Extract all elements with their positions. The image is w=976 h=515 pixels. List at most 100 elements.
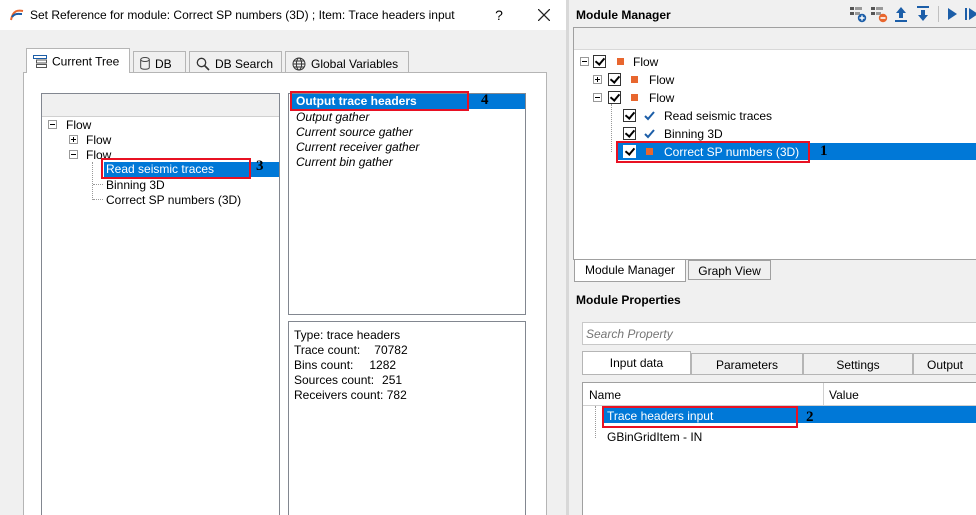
tree-item-binning-3d[interactable]: Binning 3D xyxy=(106,178,165,192)
tree-connector xyxy=(93,199,103,201)
info-value: 70782 xyxy=(374,343,408,357)
remove-module-button[interactable] xyxy=(870,5,888,23)
status-check-icon xyxy=(644,111,655,121)
tree-connector xyxy=(595,406,597,438)
tab-module-manager[interactable]: Module Manager xyxy=(574,260,686,282)
tree-connector xyxy=(93,184,103,186)
info-row-receivers-count: Receivers count: 782 xyxy=(294,388,408,403)
run-to-end-button[interactable] xyxy=(963,5,976,23)
property-grid[interactable]: Name Value xyxy=(582,382,976,515)
collapse-icon[interactable] xyxy=(593,93,602,102)
flow-icon xyxy=(631,94,638,101)
tab-graph-view[interactable]: Graph View xyxy=(688,260,771,280)
list-item-output-gather[interactable]: Output gather xyxy=(296,110,369,124)
tab-current-tree[interactable]: Current Tree xyxy=(26,48,130,73)
tab-db[interactable]: DB xyxy=(133,51,186,73)
expand-icon[interactable] xyxy=(69,135,78,144)
property-gbingriditem-in[interactable]: GBinGridItem - IN xyxy=(607,430,702,444)
info-panel: Type: trace headers Trace count: 70782 Bi… xyxy=(288,321,526,515)
module-tree-item-flow[interactable]: Flow xyxy=(633,55,658,69)
tree-connector xyxy=(92,162,94,200)
move-up-button[interactable] xyxy=(892,5,910,23)
add-module-icon xyxy=(850,7,867,23)
move-down-button[interactable] xyxy=(914,5,932,23)
close-button[interactable] xyxy=(532,4,556,26)
dialog-title: Set Reference for module: Correct SP num… xyxy=(30,8,455,22)
add-module-button[interactable] xyxy=(849,5,867,23)
tree-item-correct-sp-numbers[interactable]: Correct SP numbers (3D) xyxy=(106,193,241,207)
list-item-current-bin-gather[interactable]: Current bin gather xyxy=(296,155,393,169)
enable-checkbox[interactable] xyxy=(608,73,621,86)
run-button[interactable] xyxy=(943,5,961,23)
module-manager-pane: Module Manager Flow Flow Flow Read seism… xyxy=(566,0,976,515)
status-check-icon xyxy=(644,129,655,139)
info-value: trace headers xyxy=(326,328,401,342)
remove-module-icon xyxy=(871,7,888,23)
grid-header xyxy=(583,383,976,406)
module-properties-title: Module Properties xyxy=(576,293,681,307)
pane-divider[interactable] xyxy=(566,0,569,515)
highlight-box xyxy=(616,141,810,163)
info-label: Trace count: xyxy=(294,343,361,357)
tab-db-search[interactable]: DB Search xyxy=(189,51,282,73)
collapse-icon[interactable] xyxy=(580,57,589,66)
info-value: 1282 xyxy=(369,358,397,372)
module-tree-item-binning-3d[interactable]: Binning 3D xyxy=(664,127,723,141)
search-icon xyxy=(196,57,210,71)
info-label: Receivers count: xyxy=(294,388,384,402)
module-tree-item-flow[interactable]: Flow xyxy=(649,91,674,105)
step-number: 1 xyxy=(820,143,828,159)
info-label: Bins count: xyxy=(294,358,354,372)
tab-settings[interactable]: Settings xyxy=(803,353,913,375)
module-manager-title: Module Manager xyxy=(576,8,671,22)
collapse-icon[interactable] xyxy=(69,150,78,159)
info-row-type: Type: trace headers xyxy=(294,328,408,343)
tree-item-flow[interactable]: Flow xyxy=(66,118,91,132)
collapse-icon[interactable] xyxy=(48,120,57,129)
info-label: Sources count: xyxy=(294,373,375,387)
module-tree-item-read-seismic-traces[interactable]: Read seismic traces xyxy=(664,109,772,123)
toolbar-separator xyxy=(938,6,939,22)
column-divider[interactable] xyxy=(823,383,824,405)
tab-output[interactable]: Output xyxy=(913,353,976,375)
search-property-input[interactable] xyxy=(582,322,976,345)
move-up-icon xyxy=(895,7,907,22)
tree-header xyxy=(574,28,976,50)
tab-input-data[interactable]: Input data xyxy=(582,351,691,375)
tab-label: DB Search xyxy=(215,56,274,71)
column-header-value[interactable]: Value xyxy=(829,388,859,402)
globe-icon xyxy=(292,57,306,71)
info-row-sources-count: Sources count: 251 xyxy=(294,373,408,388)
tab-global-variables[interactable]: Global Variables xyxy=(285,51,409,73)
help-button[interactable]: ? xyxy=(487,4,511,26)
move-down-icon xyxy=(917,6,929,21)
tree-item-flow[interactable]: Flow xyxy=(86,133,111,147)
step-number: 3 xyxy=(256,158,264,174)
highlight-box xyxy=(602,406,798,428)
tab-label: DB xyxy=(155,56,172,71)
close-icon xyxy=(538,9,550,21)
highlight-box xyxy=(290,91,469,111)
module-tree-item-flow[interactable]: Flow xyxy=(649,73,674,87)
enable-checkbox[interactable] xyxy=(623,109,636,122)
list-item-current-receiver-gather[interactable]: Current receiver gather xyxy=(296,140,419,154)
tree-header xyxy=(42,94,279,117)
app-logo-icon xyxy=(9,8,25,22)
expand-icon[interactable] xyxy=(593,75,602,84)
run-icon xyxy=(948,8,957,20)
column-header-name[interactable]: Name xyxy=(589,388,621,402)
info-text: Type: trace headers Trace count: 70782 Bi… xyxy=(294,328,408,403)
gather-list[interactable]: Output trace headers Output gather Curre… xyxy=(288,93,526,315)
dialog-titlebar: Set Reference for module: Correct SP num… xyxy=(0,0,566,30)
info-row-bins-count: Bins count: 1282 xyxy=(294,358,408,373)
tree-connector xyxy=(611,104,613,152)
enable-checkbox[interactable] xyxy=(608,91,621,104)
info-label: Type: xyxy=(294,328,324,342)
info-row-trace-count: Trace count: 70782 xyxy=(294,343,408,358)
tab-label: Global Variables xyxy=(311,56,399,71)
step-number: 4 xyxy=(481,92,489,108)
list-item-current-source-gather[interactable]: Current source gather xyxy=(296,125,413,139)
enable-checkbox[interactable] xyxy=(593,55,606,68)
tab-parameters[interactable]: Parameters xyxy=(691,353,803,375)
enable-checkbox[interactable] xyxy=(623,127,636,140)
